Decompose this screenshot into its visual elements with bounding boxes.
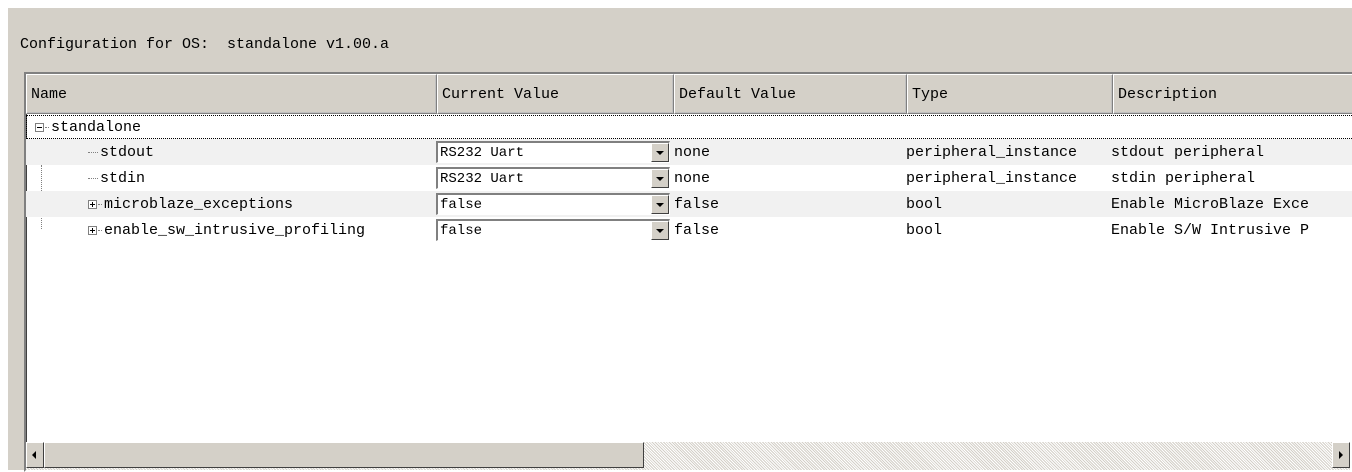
dropdown-arrow-icon[interactable] — [651, 143, 669, 162]
scroll-left-icon[interactable] — [26, 442, 44, 468]
current-value-select[interactable]: RS232 Uart — [436, 141, 670, 163]
row-name: microblaze_exceptions — [104, 195, 294, 213]
scrollbar-thumb[interactable] — [44, 442, 644, 468]
dropdown-arrow-icon[interactable] — [651, 221, 669, 240]
dropdown-arrow-icon[interactable] — [651, 169, 669, 188]
default-value: none — [674, 169, 711, 187]
type-value: peripheral_instance — [906, 143, 1078, 161]
table-row[interactable]: stdin RS232 Uart none peripheral_instanc… — [26, 165, 1352, 191]
table-row[interactable]: enable_sw_intrusive_profiling false fals… — [26, 217, 1352, 243]
description-value: Enable S/W Intrusive P — [1111, 221, 1310, 239]
table-header: Name Current Value Default Value Type De… — [26, 74, 1352, 114]
horizontal-scrollbar[interactable] — [26, 442, 1350, 470]
current-value-select[interactable]: false — [436, 219, 670, 241]
scroll-right-icon[interactable] — [1332, 442, 1350, 468]
select-value: false — [440, 222, 483, 239]
configuration-panel: Configuration for OS: standalone v1.00.a… — [8, 8, 1352, 472]
header-name[interactable]: Name — [26, 74, 437, 114]
type-value: bool — [906, 195, 943, 213]
config-title: Configuration for OS: standalone v1.00.a — [20, 36, 390, 53]
select-value: RS232 Uart — [440, 170, 525, 187]
row-name: stdin — [100, 169, 146, 187]
default-value: false — [674, 221, 720, 239]
current-value-select[interactable]: false — [436, 193, 670, 215]
select-value: false — [440, 196, 483, 213]
header-current-value[interactable]: Current Value — [437, 74, 674, 114]
configuration-table: Name Current Value Default Value Type De… — [24, 72, 1352, 472]
table-row[interactable]: microblaze_exceptions false false bool E… — [26, 191, 1352, 217]
table-row[interactable]: stdout RS232 Uart none peripheral_instan… — [26, 139, 1352, 165]
header-default-value[interactable]: Default Value — [674, 74, 907, 114]
dropdown-arrow-icon[interactable] — [651, 195, 669, 214]
description-value: stdout peripheral — [1111, 143, 1265, 161]
tree-root-row[interactable]: standalone — [26, 115, 1352, 139]
table-body: standalone stdout RS232 Uart none periph… — [26, 115, 1352, 243]
description-value: stdin peripheral — [1111, 169, 1256, 187]
type-value: peripheral_instance — [906, 169, 1078, 187]
description-value: Enable MicroBlaze Exce — [1111, 195, 1310, 213]
header-description[interactable]: Description — [1113, 74, 1352, 114]
row-name: stdout — [100, 143, 155, 161]
default-value: none — [674, 143, 711, 161]
default-value: false — [674, 195, 720, 213]
current-value-select[interactable]: RS232 Uart — [436, 167, 670, 189]
expand-icon[interactable] — [88, 225, 97, 235]
expand-icon[interactable] — [88, 199, 97, 209]
root-label: standalone — [51, 118, 142, 136]
header-type[interactable]: Type — [907, 74, 1113, 114]
collapse-icon[interactable] — [35, 122, 44, 132]
type-value: bool — [906, 221, 943, 239]
select-value: RS232 Uart — [440, 144, 525, 161]
row-name: enable_sw_intrusive_profiling — [104, 221, 366, 239]
